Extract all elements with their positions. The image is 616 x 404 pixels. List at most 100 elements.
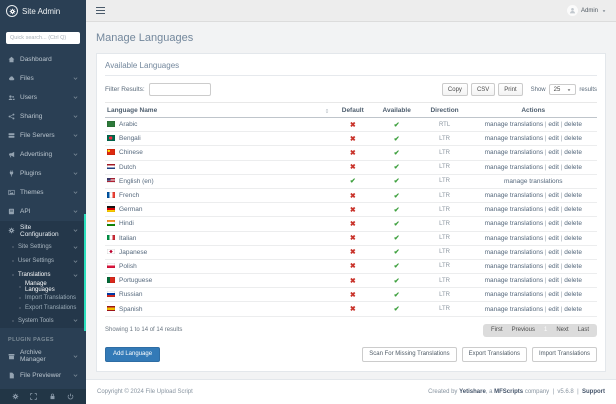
manage-translations-link[interactable]: manage translations (485, 249, 544, 256)
delete-link[interactable]: delete (564, 291, 582, 298)
gear-button[interactable] (12, 393, 19, 400)
edit-link[interactable]: edit (548, 192, 558, 199)
sidebar-subitem-user-settings[interactable]: User Settings (0, 254, 86, 268)
page-first-button[interactable]: First (491, 327, 503, 333)
page-size-select[interactable]: 25 (549, 84, 577, 95)
edit-link[interactable]: edit (548, 263, 558, 270)
delete-link[interactable]: delete (564, 306, 582, 313)
page-previous-button[interactable]: Previous (512, 327, 535, 333)
delete-link[interactable]: delete (564, 206, 582, 213)
import-translations-button[interactable]: Import Translations (532, 347, 597, 362)
brand-mfscripts[interactable]: MFScripts (494, 389, 523, 395)
edit-link[interactable]: edit (548, 277, 558, 284)
export-translations-button[interactable]: Export Translations (462, 347, 527, 362)
app-logo[interactable]: Site Admin (0, 0, 86, 22)
column-header-available[interactable]: Available (374, 103, 420, 118)
sidebar-subsubitem-import-translations[interactable]: Import Translations (0, 293, 86, 304)
delete-link[interactable]: delete (564, 164, 582, 171)
sidebar-item-sharing[interactable]: Sharing (0, 107, 86, 126)
edit-link[interactable]: edit (548, 121, 558, 128)
page-next-button[interactable]: Next (556, 327, 568, 333)
brand-yetishare[interactable]: Yetishare (459, 389, 486, 395)
page-last-button[interactable]: Last (578, 327, 589, 333)
print-button[interactable]: Print (498, 83, 522, 96)
sidebar-nav: Dashboard FilesUsersSharingFile ServersAd… (0, 50, 86, 221)
sidebar-item-archive-manager[interactable]: Archive Manager (0, 347, 86, 366)
support-link[interactable]: Support (582, 389, 605, 395)
manage-translations-link[interactable]: manage translations (485, 306, 544, 313)
delete-link[interactable]: delete (564, 121, 582, 128)
delete-link[interactable]: delete (564, 235, 582, 242)
edit-link[interactable]: edit (548, 149, 558, 156)
sidebar-item-themes[interactable]: Themes (0, 183, 86, 202)
manage-translations-link[interactable]: manage translations (504, 178, 563, 185)
manage-translations-link[interactable]: manage translations (485, 263, 544, 270)
edit-link[interactable]: edit (548, 220, 558, 227)
sidebar-item-api[interactable]: API (0, 202, 86, 221)
manage-translations-link[interactable]: manage translations (485, 206, 544, 213)
scan-for-missing-translations-button[interactable]: Scan For Missing Translations (362, 347, 456, 362)
delete-link[interactable]: delete (564, 220, 582, 227)
sidebar-item-file-previewer[interactable]: File Previewer (0, 366, 86, 385)
language-table-body: Arabic ✖ ✔ RTL manage translations | edi… (105, 118, 597, 317)
delete-link[interactable]: delete (564, 277, 582, 284)
edit-link[interactable]: edit (548, 291, 558, 298)
delete-link[interactable]: delete (564, 192, 582, 199)
delete-link[interactable]: delete (564, 263, 582, 270)
manage-translations-link[interactable]: manage translations (485, 164, 544, 171)
gear-icon (12, 393, 19, 400)
menu-toggle-icon[interactable] (96, 7, 105, 15)
file-icon (8, 372, 15, 379)
language-name: Arabic (119, 121, 137, 128)
edit-link[interactable]: edit (548, 235, 558, 242)
sidebar-item-label: Themes (20, 189, 43, 196)
delete-link[interactable]: delete (564, 149, 582, 156)
edit-link[interactable]: edit (548, 306, 558, 313)
manage-translations-link[interactable]: manage translations (485, 235, 544, 242)
language-name: Polish (119, 263, 137, 270)
expand-button[interactable] (30, 393, 37, 400)
manage-translations-link[interactable]: manage translations (485, 220, 544, 227)
sidebar-item-file-servers[interactable]: File Servers (0, 126, 86, 145)
edit-link[interactable]: edit (548, 206, 558, 213)
cross-icon: ✖ (350, 207, 356, 214)
sidebar-item-dashboard[interactable]: Dashboard (0, 50, 86, 69)
sidebar-subsubitem-export-translations[interactable]: Export Translations (0, 303, 86, 314)
quick-search-input[interactable] (6, 32, 80, 44)
manage-translations-link[interactable]: manage translations (485, 149, 544, 156)
manage-translations-link[interactable]: manage translations (485, 121, 544, 128)
edit-link[interactable]: edit (548, 249, 558, 256)
page-1-button[interactable]: 1 (544, 327, 547, 333)
manage-translations-link[interactable]: manage translations (485, 135, 544, 142)
add-language-button[interactable]: Add Language (105, 347, 160, 362)
power-button[interactable] (67, 393, 74, 400)
column-header-direction[interactable]: Direction (420, 103, 470, 118)
sidebar-subitem-translations[interactable]: Translations (0, 268, 86, 282)
column-header-default[interactable]: Default (332, 103, 374, 118)
sidebar-subitem-site-settings[interactable]: Site Settings (0, 240, 86, 254)
delete-link[interactable]: delete (564, 135, 582, 142)
lock-button[interactable] (49, 393, 56, 400)
sidebar-item-users[interactable]: Users (0, 88, 86, 107)
sidebar-item-site-configuration[interactable]: Site Configuration (0, 221, 86, 240)
available-cell: ✔ (374, 160, 420, 174)
user-menu[interactable]: Admin (567, 5, 606, 16)
edit-link[interactable]: edit (548, 135, 558, 142)
manage-translations-link[interactable]: manage translations (485, 277, 544, 284)
sidebar-item-advertising[interactable]: Advertising (0, 145, 86, 164)
sidebar-item-label: Dashboard (20, 56, 52, 63)
edit-link[interactable]: edit (548, 164, 558, 171)
sort-icon[interactable] (324, 108, 330, 114)
sidebar-item-plugins[interactable]: Plugins (0, 164, 86, 183)
manage-translations-link[interactable]: manage translations (485, 192, 544, 199)
column-header-language-name[interactable]: Language Name (105, 103, 332, 118)
sidebar-subitem-label: System Tools (18, 318, 54, 324)
manage-translations-link[interactable]: manage translations (485, 291, 544, 298)
filter-input[interactable] (149, 83, 211, 96)
csv-button[interactable]: CSV (471, 83, 495, 96)
copy-button[interactable]: Copy (442, 83, 468, 96)
sidebar-item-files[interactable]: Files (0, 69, 86, 88)
delete-link[interactable]: delete (564, 249, 582, 256)
sidebar-subsubitem-manage-languages[interactable]: Manage Languages (0, 282, 86, 293)
sidebar-subitem-system-tools[interactable]: System Tools (0, 314, 86, 328)
